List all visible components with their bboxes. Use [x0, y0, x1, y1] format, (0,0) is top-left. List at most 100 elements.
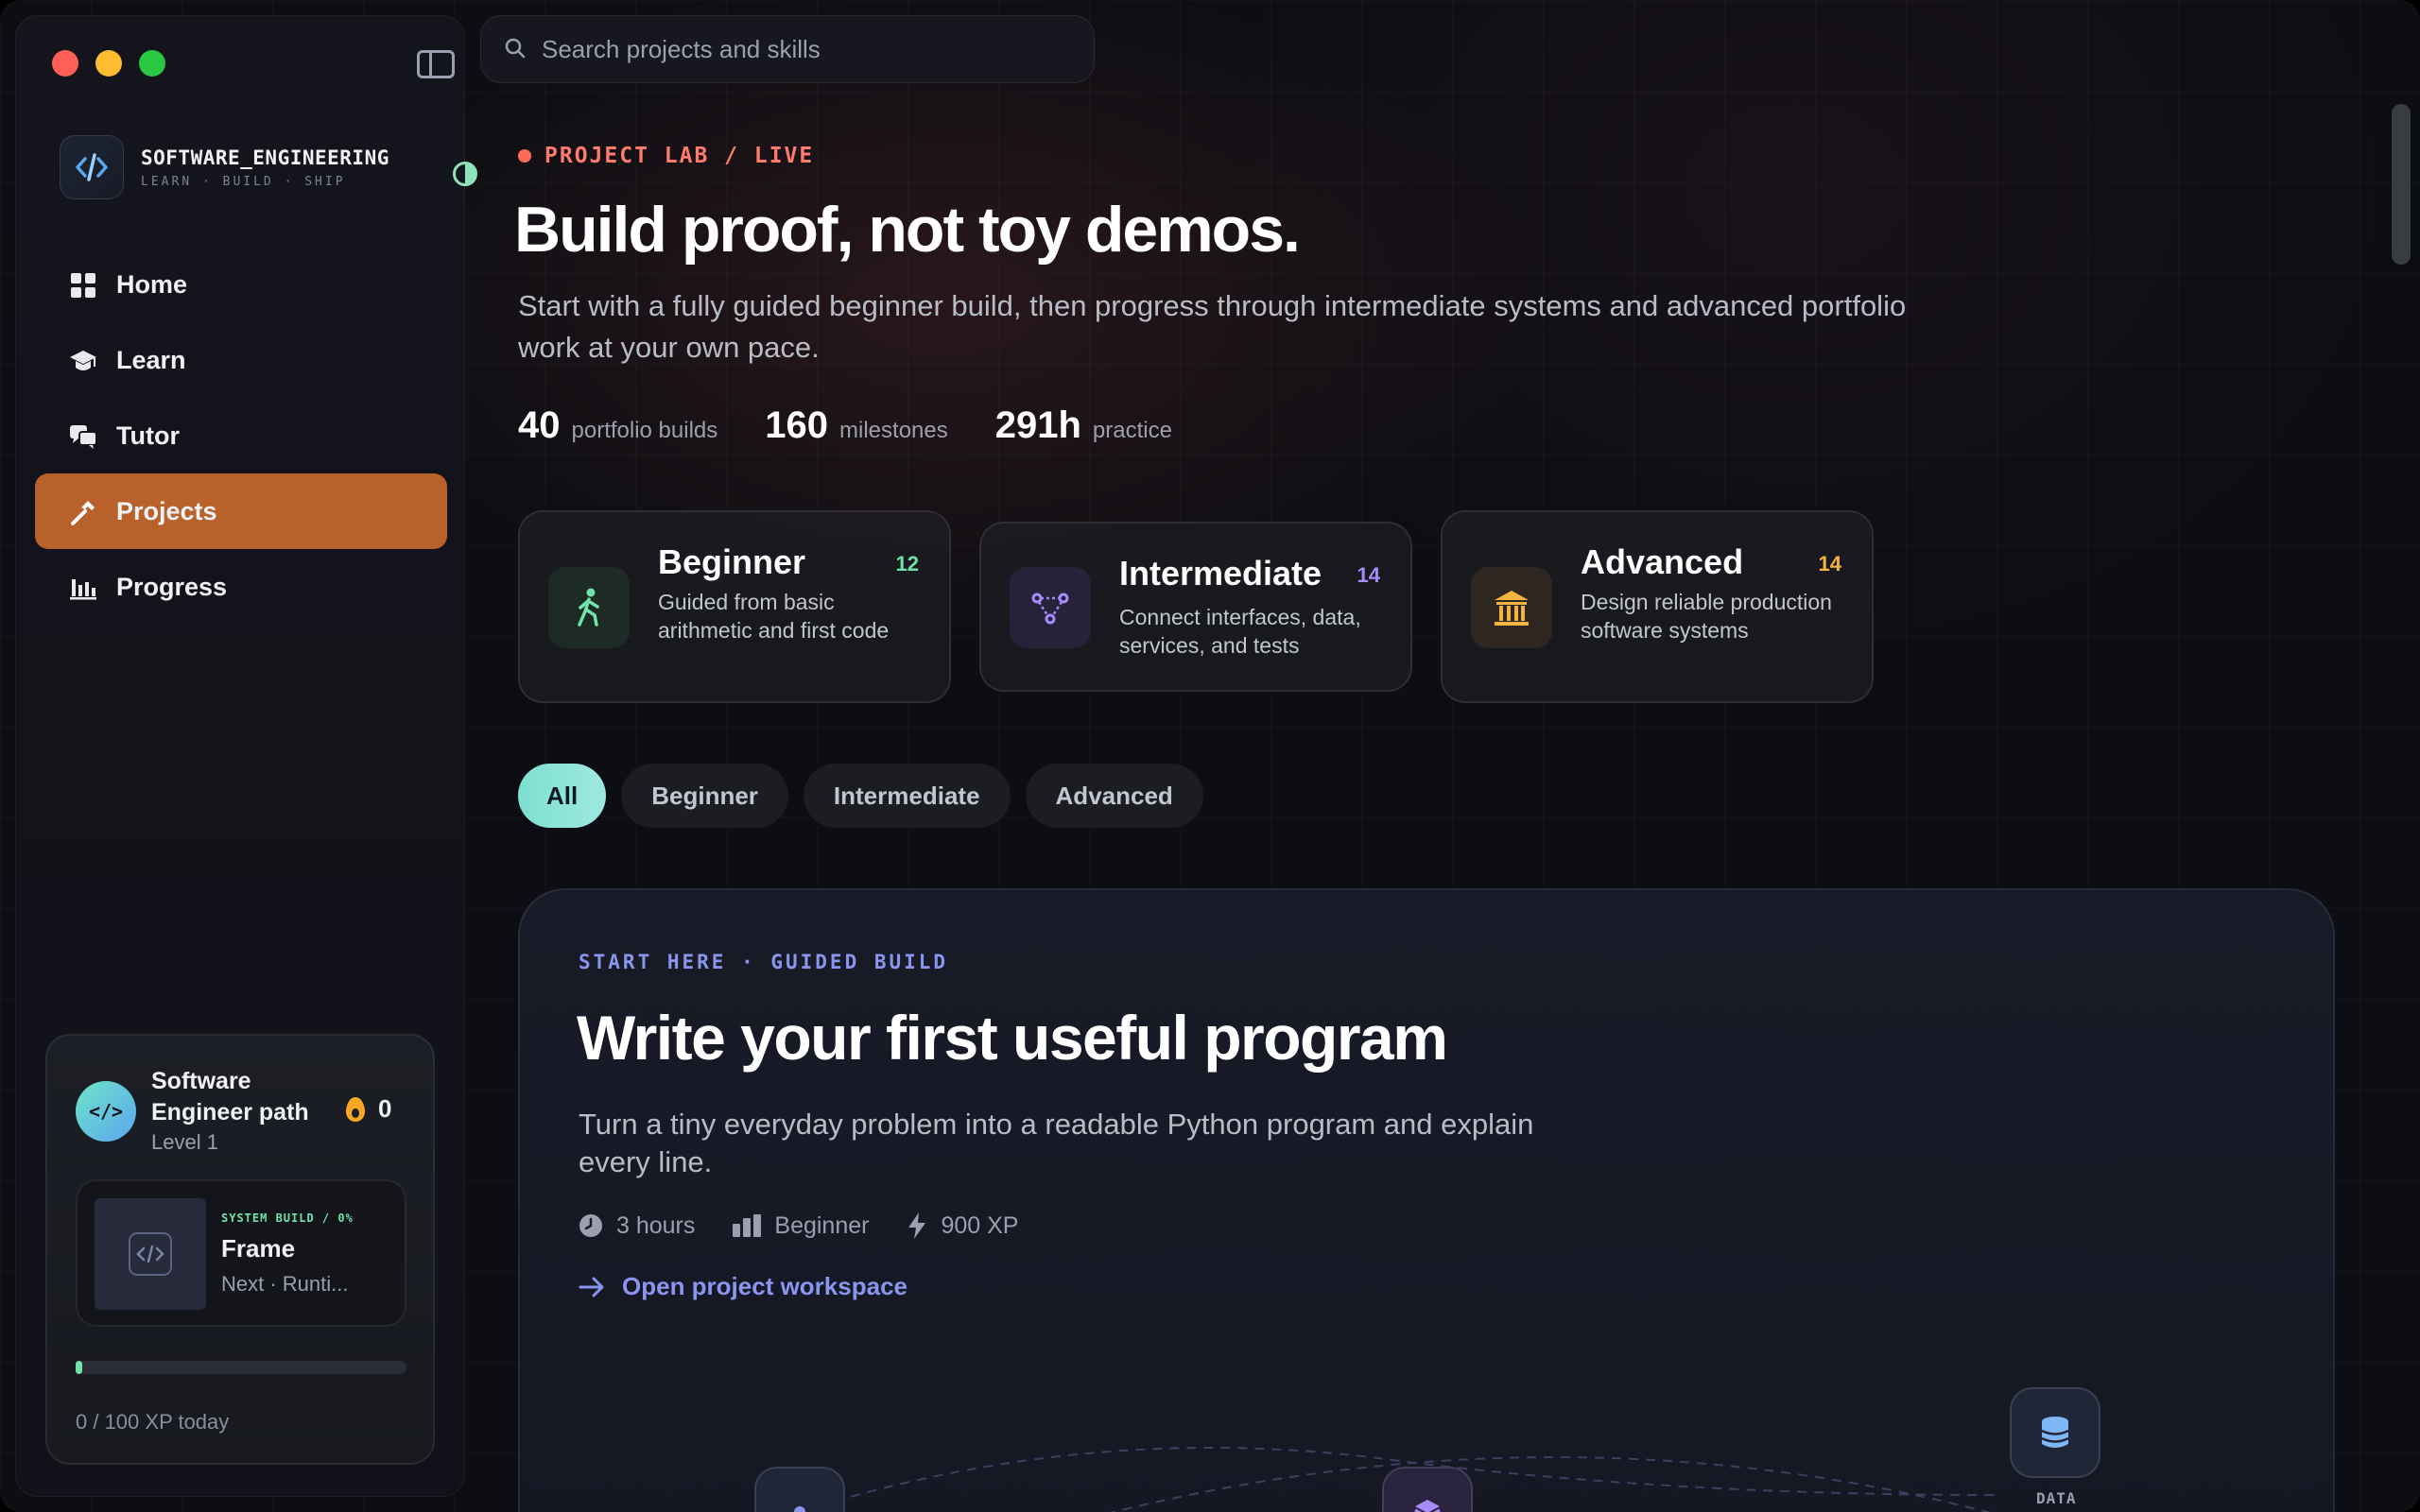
stats-row: 40 portfolio builds 160 milestones 291h … [518, 404, 1172, 447]
nav-label-progress: Progress [116, 572, 228, 601]
current-build-card[interactable]: SYSTEM BUILD / 0% Frame Next · Runti... [76, 1179, 406, 1327]
theme-toggle-icon[interactable] [453, 162, 477, 186]
nav-item-progress[interactable]: Progress [35, 549, 447, 625]
hero-kicker-text: PROJECT LAB / LIVE [544, 144, 815, 168]
difficulty-bars-icon [733, 1214, 762, 1237]
nav-label-projects: Projects [116, 496, 217, 525]
main-nav: Home Learn Tutor Projects Progress [35, 247, 447, 625]
build-title: Frame [221, 1234, 296, 1263]
stat-label: milestones [839, 418, 948, 443]
level-card-intermediate[interactable]: Intermediate 14 Connect interfaces, data… [979, 522, 1412, 692]
search-input[interactable]: Search projects and skills [480, 15, 1095, 83]
learning-path-card[interactable]: </> Software Engineer path Level 1 0 SYS… [45, 1034, 435, 1465]
stat-practice: 291h practice [995, 404, 1172, 447]
dot-icon [794, 1506, 805, 1512]
project-description: Turn a tiny everyday problem into a read… [579, 1108, 1534, 1178]
flame-icon [346, 1096, 365, 1122]
stat-value: 40 [518, 404, 561, 446]
nav-item-projects[interactable]: Projects [35, 473, 447, 549]
meta-xp: 900 XP [907, 1211, 1018, 1240]
walking-person-icon [548, 567, 630, 648]
sidebar-toggle-icon[interactable] [417, 50, 455, 78]
build-thumbnail [95, 1198, 206, 1310]
stat-value: 160 [765, 404, 829, 446]
stat-milestones: 160 milestones [765, 404, 947, 447]
maximize-window-button[interactable] [139, 50, 165, 77]
xp-label: 0 / 100 XP today [76, 1410, 230, 1434]
grid-icon [71, 273, 95, 298]
meta-difficulty: Beginner [733, 1212, 869, 1240]
level-card-beginner[interactable]: Beginner 12 Guided from basic arithmetic… [518, 510, 951, 703]
stat-label: portfolio builds [571, 418, 718, 443]
level-name: Intermediate [1119, 554, 1322, 593]
open-workspace-link[interactable]: Open project workspace [579, 1272, 908, 1301]
stat-label: practice [1092, 418, 1172, 443]
cube-icon [1414, 1500, 1441, 1512]
nav-item-home[interactable]: Home [35, 247, 447, 322]
streak-value: 0 [378, 1094, 392, 1123]
brand-subtitle: LEARN · BUILD · SHIP [141, 175, 346, 189]
stat-builds: 40 portfolio builds [518, 404, 717, 447]
code-logo-icon [60, 135, 124, 199]
live-dot-icon [518, 149, 531, 163]
pipeline-node-process[interactable] [1382, 1467, 1473, 1512]
path-level: Level 1 [151, 1130, 218, 1154]
streak-counter: 0 [346, 1094, 391, 1124]
app-window: SOFTWARE_ENGINEERING LEARN · BUILD · SHI… [0, 0, 2420, 1512]
database-icon [2041, 1417, 2069, 1448]
path-avatar: </> [76, 1081, 136, 1142]
filter-beginner[interactable]: Beginner [621, 764, 788, 828]
bar-chart-icon [70, 579, 96, 600]
level-count: 12 [895, 552, 919, 576]
build-next-step: Next · Runti... [221, 1272, 349, 1296]
meta-duration: 3 hours [579, 1212, 695, 1240]
chat-bubbles-icon [70, 425, 97, 449]
network-nodes-icon [1010, 567, 1091, 648]
page-description: Start with a fully guided beginner build… [518, 289, 1907, 364]
level-count: 14 [1357, 563, 1380, 587]
pipeline-node-data[interactable] [2010, 1387, 2100, 1478]
close-window-button[interactable] [52, 50, 78, 77]
filter-intermediate[interactable]: Intermediate [803, 764, 1011, 828]
featured-project-card: START HERE · GUIDED BUILD Write your fir… [518, 888, 2335, 1512]
code-frame-icon [129, 1232, 172, 1276]
level-description: Connect interfaces, data, services, and … [1119, 605, 1361, 658]
page-title: Build proof, not toy demos. [514, 194, 1301, 266]
level-card-advanced[interactable]: Advanced 14 Design reliable production s… [1441, 510, 1874, 703]
hammer-icon [71, 501, 95, 525]
nav-item-learn[interactable]: Learn [35, 322, 447, 398]
level-name: Beginner [658, 542, 806, 581]
xp-progress-fill [76, 1361, 82, 1374]
nav-label-home: Home [116, 269, 188, 299]
level-name: Advanced [1581, 542, 1744, 581]
path-title: Software Engineer path [151, 1068, 309, 1125]
lightning-icon [908, 1212, 926, 1239]
open-workspace-label: Open project workspace [622, 1272, 908, 1300]
level-description: Guided from basic arithmetic and first c… [658, 590, 890, 643]
build-kicker: SYSTEM BUILD / 0% [221, 1211, 354, 1225]
nav-item-tutor[interactable]: Tutor [35, 398, 447, 473]
project-kicker: START HERE · GUIDED BUILD [579, 951, 949, 973]
institution-icon [1471, 567, 1552, 648]
hero-kicker: PROJECT LAB / LIVE [518, 144, 814, 168]
arrow-right-icon [579, 1277, 604, 1297]
graduation-cap-icon [70, 351, 96, 370]
minimize-window-button[interactable] [95, 50, 122, 77]
meta-difficulty-text: Beginner [774, 1211, 870, 1239]
project-meta: 3 hours Beginner 900 XP [579, 1211, 1018, 1240]
nav-label-learn: Learn [116, 345, 186, 374]
project-title: Write your first useful program [577, 1003, 1448, 1073]
brand[interactable]: SOFTWARE_ENGINEERING LEARN · BUILD · SHI… [44, 120, 477, 205]
level-description: Design reliable production software syst… [1581, 590, 1832, 643]
search-icon [505, 38, 526, 59]
meta-duration-text: 3 hours [616, 1211, 696, 1239]
pipeline-node-data-label: DATA [2036, 1489, 2077, 1507]
level-count: 14 [1818, 552, 1841, 576]
brand-title: SOFTWARE_ENGINEERING [141, 146, 389, 169]
main-scrollbar[interactable] [2392, 104, 2411, 265]
filter-all[interactable]: All [518, 764, 607, 828]
level-filters: All Beginner Intermediate Advanced [518, 764, 1203, 828]
filter-advanced[interactable]: Advanced [1025, 764, 1203, 828]
pipeline-node-input[interactable] [754, 1467, 845, 1512]
xp-progress-bar [76, 1361, 406, 1374]
